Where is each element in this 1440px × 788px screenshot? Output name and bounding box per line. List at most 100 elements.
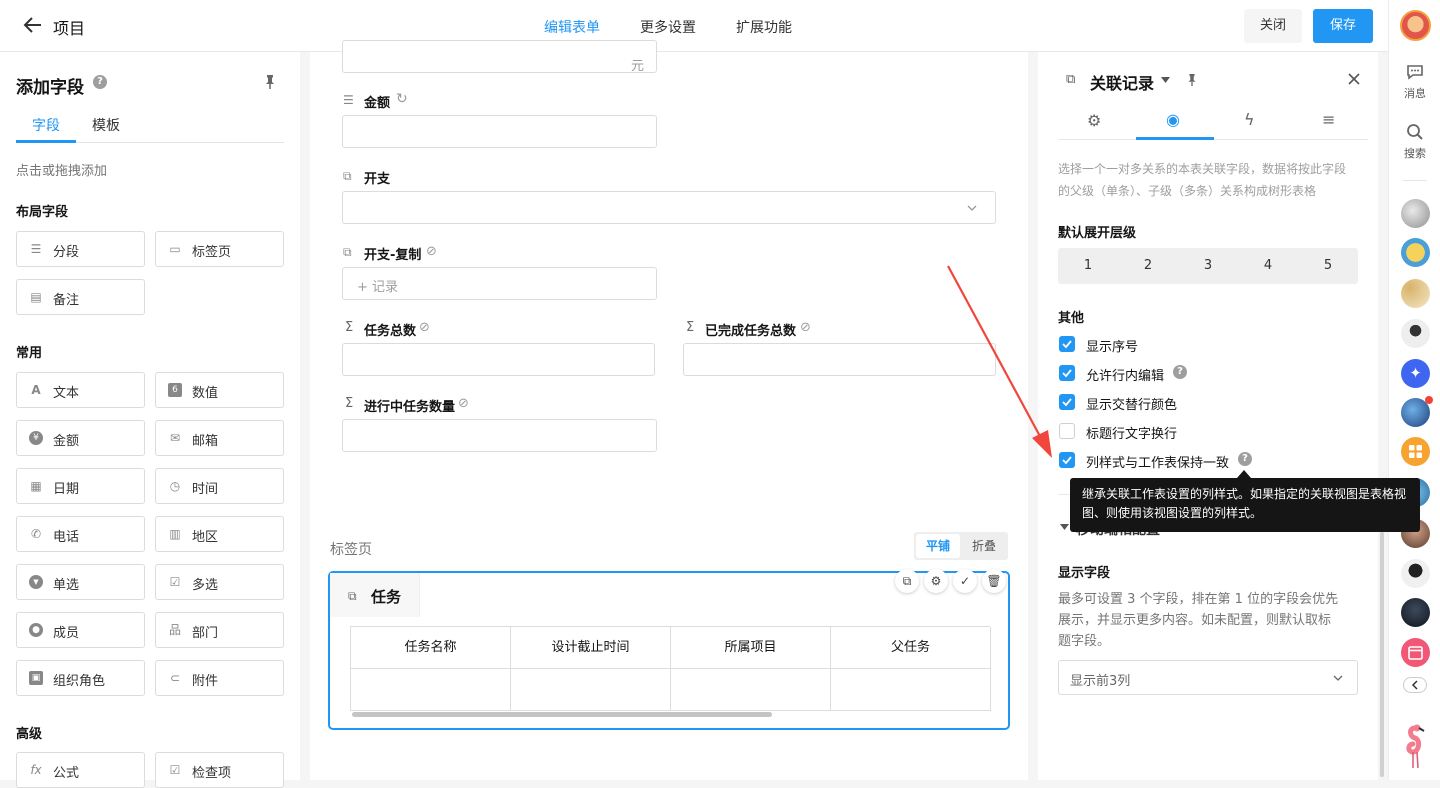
note-icon: ▤ <box>30 290 42 304</box>
in-progress-input[interactable] <box>342 419 657 452</box>
fold-mode-button[interactable]: 折叠 <box>962 534 1006 558</box>
field-checkbox[interactable]: ☑ 检查项 <box>155 752 284 788</box>
checkbox-header-wrap[interactable] <box>1059 423 1075 439</box>
field-time[interactable]: ◷ 时间 <box>155 468 284 504</box>
level-option[interactable]: 1 <box>1058 248 1118 284</box>
rail-search[interactable]: 搜索 <box>1389 122 1440 161</box>
task-total-input[interactable] <box>342 343 655 376</box>
record-placeholder: + 记录 <box>357 280 399 295</box>
tab-edit-form[interactable]: 编辑表单 <box>544 17 600 37</box>
calendar-icon: ▦ <box>30 479 42 493</box>
price-input[interactable]: 元 <box>342 40 657 74</box>
table-header-cell: 所属项目 <box>671 627 831 669</box>
lightning-icon[interactable]: ϟ <box>1244 110 1255 129</box>
field-department[interactable]: 品部门 <box>155 612 284 648</box>
section-advanced: 高级 <box>16 727 43 742</box>
field-section[interactable]: ☰ 分段 <box>16 231 145 267</box>
settings-icon[interactable]: ⚙ <box>924 569 948 593</box>
tab-fields[interactable]: 字段 <box>32 115 60 135</box>
section-divider-icon: ☰ <box>30 242 42 256</box>
pin-icon[interactable] <box>1186 73 1198 87</box>
checkbox-alternate-row[interactable] <box>1059 394 1075 410</box>
field-text[interactable]: A 文本 <box>16 372 145 408</box>
trash-icon[interactable]: 🗑 <box>982 569 1006 593</box>
app-avatar-3[interactable] <box>1401 279 1430 308</box>
rail-messages[interactable]: 消息 <box>1389 62 1440 101</box>
sort-icon[interactable]: ≡ <box>1322 110 1335 129</box>
app-avatar-1[interactable] <box>1401 199 1430 228</box>
card-actions: ⧉ ⚙ ✓ 🗑 <box>895 569 1006 593</box>
amount-input[interactable] <box>342 115 657 148</box>
close-icon[interactable] <box>1348 73 1360 85</box>
add-field-panel: 添加字段 ? 字段 模板 点击或拖拽添加 布局字段 ☰ 分段 ▭ 标签页 ▤ 备注 常… <box>0 52 300 788</box>
tab-extensions[interactable]: 扩展功能 <box>736 17 792 37</box>
field-number[interactable]: 6 数值 <box>155 372 284 408</box>
save-button[interactable]: 保存 <box>1313 9 1373 43</box>
task-total-label: 任务总数 <box>364 324 417 339</box>
help-icon[interactable]: ? <box>1238 452 1252 466</box>
app-avatar-11[interactable] <box>1401 598 1430 627</box>
paperclip-icon: ⊂ <box>169 671 181 685</box>
field-phone[interactable]: ✆ 电话 <box>16 516 145 552</box>
panel-scrollbar[interactable] <box>1380 532 1384 777</box>
user-avatar[interactable] <box>1400 10 1431 41</box>
field-amount[interactable]: ¥ 金额 <box>16 420 145 456</box>
field-note[interactable]: ▤ 备注 <box>16 279 145 315</box>
help-icon[interactable]: ? <box>93 75 107 89</box>
field-member[interactable]: ● 成员 <box>16 612 145 648</box>
caret-down-icon[interactable] <box>1161 77 1170 83</box>
app-avatar-7[interactable] <box>1401 437 1430 466</box>
other-label: 其他 <box>1058 311 1085 326</box>
close-button[interactable]: 关闭 <box>1244 9 1302 43</box>
app-avatar-2[interactable] <box>1401 238 1430 267</box>
expense-select[interactable] <box>342 191 996 224</box>
app-avatar-5[interactable]: ✦ <box>1401 359 1430 388</box>
checkbox-column-style[interactable] <box>1059 452 1075 468</box>
pin-icon[interactable] <box>263 74 277 94</box>
field-label: 日期 <box>53 482 80 497</box>
app-title[interactable]: 项目 <box>53 15 85 39</box>
field-email[interactable]: ✉ 邮箱 <box>155 420 284 456</box>
checkbox-show-index[interactable] <box>1059 336 1075 352</box>
palette-icon[interactable]: ◉ <box>1166 110 1180 129</box>
field-multi-select[interactable]: ☑ 多选 <box>155 564 284 600</box>
level-option[interactable]: 5 <box>1298 248 1358 284</box>
field-tab-page[interactable]: ▭ 标签页 <box>155 231 284 267</box>
tab-card-task[interactable]: ⧉ 任务 ⧉ ⚙ ✓ 🗑 任务名称 设计截止时间 所属项目 父任务 <box>328 569 1010 730</box>
caret-down-icon[interactable] <box>1060 524 1069 530</box>
help-icon[interactable]: ? <box>1173 365 1187 379</box>
tab-more-settings[interactable]: 更多设置 <box>640 17 696 37</box>
field-single-select[interactable]: ▼ 单选 <box>16 564 145 600</box>
tile-mode-button[interactable]: 平铺 <box>916 534 960 558</box>
field-label: 分段 <box>53 245 80 260</box>
copy-icon[interactable]: ⧉ <box>895 569 919 593</box>
number-icon: 6 <box>168 383 182 397</box>
back-arrow-icon[interactable] <box>22 14 44 36</box>
field-date[interactable]: ▦ 日期 <box>16 468 145 504</box>
field-region[interactable]: ▥ 地区 <box>155 516 284 552</box>
completed-total-label: 已完成任务总数 <box>705 324 797 339</box>
expand-level-selector: 1 2 3 4 5 <box>1058 248 1358 284</box>
level-option[interactable]: 2 <box>1118 248 1178 284</box>
option-label: 允许行内编辑 <box>1086 369 1165 384</box>
field-org-role[interactable]: ▣ 组织角色 <box>16 660 145 696</box>
field-attachment[interactable]: ⊂ 附件 <box>155 660 284 696</box>
check-icon[interactable]: ✓ <box>953 569 977 593</box>
field-formula[interactable]: fx 公式 <box>16 752 145 788</box>
collapse-rail-button[interactable] <box>1403 677 1427 693</box>
tab-templates[interactable]: 模板 <box>92 115 120 135</box>
level-option[interactable]: 4 <box>1238 248 1298 284</box>
panel-tab-indicator <box>1136 137 1214 140</box>
level-option[interactable]: 3 <box>1178 248 1238 284</box>
app-avatar-4[interactable] <box>1401 319 1430 348</box>
checkbox-inline-edit[interactable] <box>1059 365 1075 381</box>
record-picker[interactable]: + 记录 <box>342 267 657 300</box>
role-badge-icon: ▣ <box>29 671 43 685</box>
display-fields-select[interactable]: 显示前3列 <box>1058 660 1358 695</box>
app-avatar-10[interactable] <box>1401 559 1430 588</box>
gear-icon[interactable]: ⚙ <box>1087 111 1101 130</box>
horizontal-scrollbar[interactable] <box>352 712 772 717</box>
calendar-app-icon[interactable] <box>1401 638 1430 667</box>
field-label: 标签页 <box>192 245 232 260</box>
field-label: 检查项 <box>192 766 232 781</box>
